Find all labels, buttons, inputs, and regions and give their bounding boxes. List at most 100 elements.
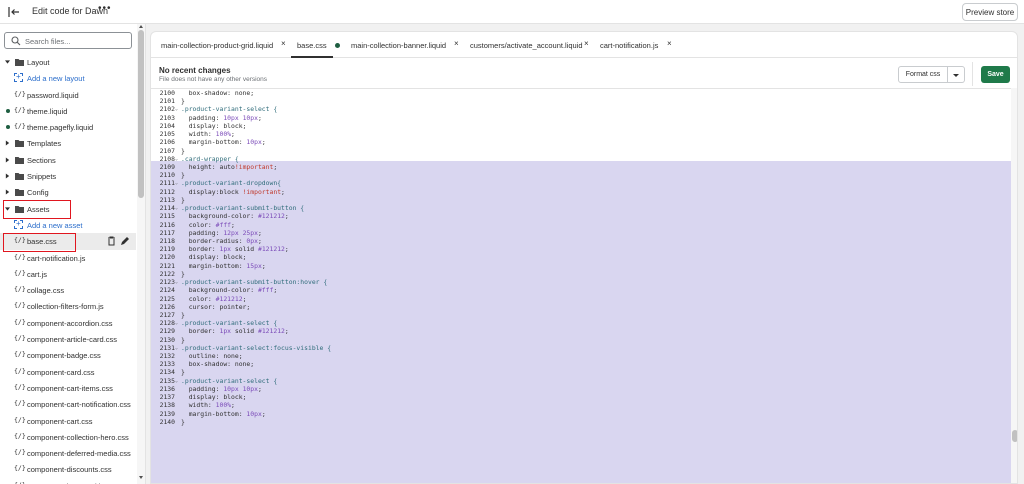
tab-file[interactable]: customers/activate_account.liquid <box>470 41 583 50</box>
folder-icon <box>15 140 24 148</box>
code-text: } <box>181 335 185 344</box>
tab-file[interactable]: main-collection-product-grid.liquid <box>161 41 273 50</box>
exit-icon[interactable] <box>8 6 20 18</box>
code-line: 2108 ⌄ .card-wrapper { <box>151 155 1011 163</box>
file-item[interactable]: {/} component-deferred-media.css <box>0 445 136 461</box>
fold-icon[interactable]: ⌄ <box>175 105 178 113</box>
line-number: 2125 <box>159 294 175 303</box>
fold-icon[interactable]: ⌄ <box>175 179 178 187</box>
code-line: 2121 margin-bottom: 15px; <box>151 262 1011 270</box>
file-item[interactable]: {/} component-badge.css <box>0 347 136 363</box>
search-box[interactable] <box>4 32 132 49</box>
file-item[interactable]: {/}component-image-with-text.css <box>0 478 136 484</box>
line-number: 2130 <box>159 335 175 344</box>
code-line: 2107} <box>151 147 1011 155</box>
tab-file[interactable]: cart-notification.js <box>600 41 658 50</box>
folder-item[interactable]: Config <box>0 184 136 200</box>
file-item[interactable]: {/} cart.js <box>0 266 136 282</box>
file-item[interactable]: {/} password.liquid <box>0 87 136 103</box>
file-item[interactable]: {/} theme.liquid <box>0 103 136 119</box>
line-number: 2128 <box>159 319 175 328</box>
fold-icon[interactable]: ⌄ <box>175 344 178 352</box>
code-line: 2105 width: 100%; <box>151 130 1011 138</box>
file-item[interactable]: {/} component-collection-hero.css <box>0 429 136 445</box>
folder-item[interactable]: Snippets <box>0 168 136 184</box>
code-file-icon: {/} <box>14 448 26 457</box>
file-item[interactable]: {/} component-card.css <box>0 364 136 380</box>
fold-icon[interactable]: ⌄ <box>175 278 178 286</box>
add-file-link[interactable]: Add a new asset <box>0 217 136 233</box>
editor-scrollbar[interactable] <box>1011 88 1017 483</box>
code-file-icon: {/} <box>14 366 26 375</box>
tab-file[interactable]: base.css <box>291 41 333 58</box>
tree-item-label: theme.liquid <box>27 106 68 116</box>
file-item[interactable]: {/} component-cart-notification.css <box>0 396 136 412</box>
tree-item-label: component-deferred-media.css <box>27 449 131 459</box>
preview-store-button[interactable]: Preview store <box>962 3 1018 21</box>
close-tab-icon[interactable]: × <box>281 39 286 48</box>
chevron-down-icon[interactable] <box>948 66 965 83</box>
tree-item-label: Snippets <box>27 172 57 182</box>
fold-icon[interactable]: ⌄ <box>175 204 178 212</box>
file-item[interactable]: {/} collage.css <box>0 282 136 298</box>
file-item[interactable]: {/} component-cart-items.css <box>0 380 136 396</box>
code-line: 2116 color: #fff; <box>151 221 1011 229</box>
fold-icon[interactable]: ⌄ <box>175 377 178 385</box>
file-item[interactable]: {/} collection-filters-form.js <box>0 298 136 314</box>
scroll-down-icon[interactable] <box>139 476 143 479</box>
trash-icon[interactable] <box>107 236 116 246</box>
sidebar-scrollbar[interactable] <box>137 24 145 484</box>
line-number: 2138 <box>159 401 175 410</box>
code-text: background-color: #fff; <box>181 286 278 295</box>
scroll-up-icon[interactable] <box>139 25 143 28</box>
close-tab-icon[interactable]: × <box>454 39 459 48</box>
editor-scroll-thumb[interactable] <box>1012 430 1017 442</box>
file-item[interactable]: {/} component-discounts.css <box>0 461 136 477</box>
fold-icon[interactable]: ⌄ <box>175 319 178 327</box>
line-number: 2126 <box>159 302 175 311</box>
line-number: 2135 <box>159 376 175 385</box>
file-item[interactable]: {/} component-article-card.css <box>0 331 136 347</box>
code-text: margin-bottom: 10px; <box>181 138 266 147</box>
search-input[interactable] <box>25 35 129 47</box>
folder-icon <box>15 59 24 66</box>
file-item[interactable]: {/} component-cart.css <box>0 413 136 429</box>
code-line: 2104 display: block; <box>151 122 1011 130</box>
more-actions-icon[interactable]: ••• <box>98 3 112 14</box>
tree-item-label: Config <box>27 188 49 198</box>
file-item[interactable]: {/} component-accordion.css <box>0 315 136 331</box>
code-line: 2135 ⌄ .product-variant-select { <box>151 377 1011 385</box>
code-text: display: block; <box>181 393 247 402</box>
code-text: .product-variant-dropdown{ <box>181 179 282 188</box>
code-line: 2127} <box>151 311 1011 319</box>
sidebar-scroll-thumb[interactable] <box>138 30 144 198</box>
code-text: outline: none; <box>181 352 243 361</box>
file-item[interactable]: {/} cart-notification.js <box>0 250 136 266</box>
tree-item-label: component-cart-notification.css <box>27 400 131 410</box>
line-number: 2127 <box>159 310 175 319</box>
fold-icon[interactable]: ⌄ <box>175 155 178 163</box>
file-item[interactable]: {/} theme.pagefly.liquid <box>0 119 136 135</box>
code-line: 2110} <box>151 171 1011 179</box>
tab-file[interactable]: main-collection-banner.liquid <box>351 41 446 50</box>
folder-item[interactable]: Sections <box>0 152 136 168</box>
line-number: 2102 <box>159 105 175 114</box>
tree-item-label: password.liquid <box>27 90 79 100</box>
save-button[interactable]: Save <box>981 66 1010 83</box>
folder-item[interactable]: Layout <box>0 54 136 70</box>
toolbar-divider <box>972 62 973 86</box>
folder-item[interactable]: Templates <box>0 135 136 151</box>
close-tab-icon[interactable]: × <box>667 39 672 48</box>
close-tab-icon[interactable]: × <box>584 39 589 48</box>
folder-icon <box>15 156 24 164</box>
code-area[interactable]: 2100 box-shadow: none; 2101} 2102 ⌄ .product… <box>151 88 1011 483</box>
code-line: 2129 border: 1px solid #121212; <box>151 327 1011 335</box>
history-title: No recent changes <box>159 66 231 75</box>
code-line: 2136 padding: 10px 10px; <box>151 385 1011 393</box>
format-css-button[interactable]: Format css <box>898 66 948 83</box>
tree-item-label: collection-filters-form.js <box>27 302 104 312</box>
pencil-icon[interactable] <box>120 236 130 246</box>
tree-item-label: Templates <box>27 139 62 149</box>
add-file-link[interactable]: Add a new layout <box>0 70 136 86</box>
code-file-icon: {/} <box>14 252 26 261</box>
